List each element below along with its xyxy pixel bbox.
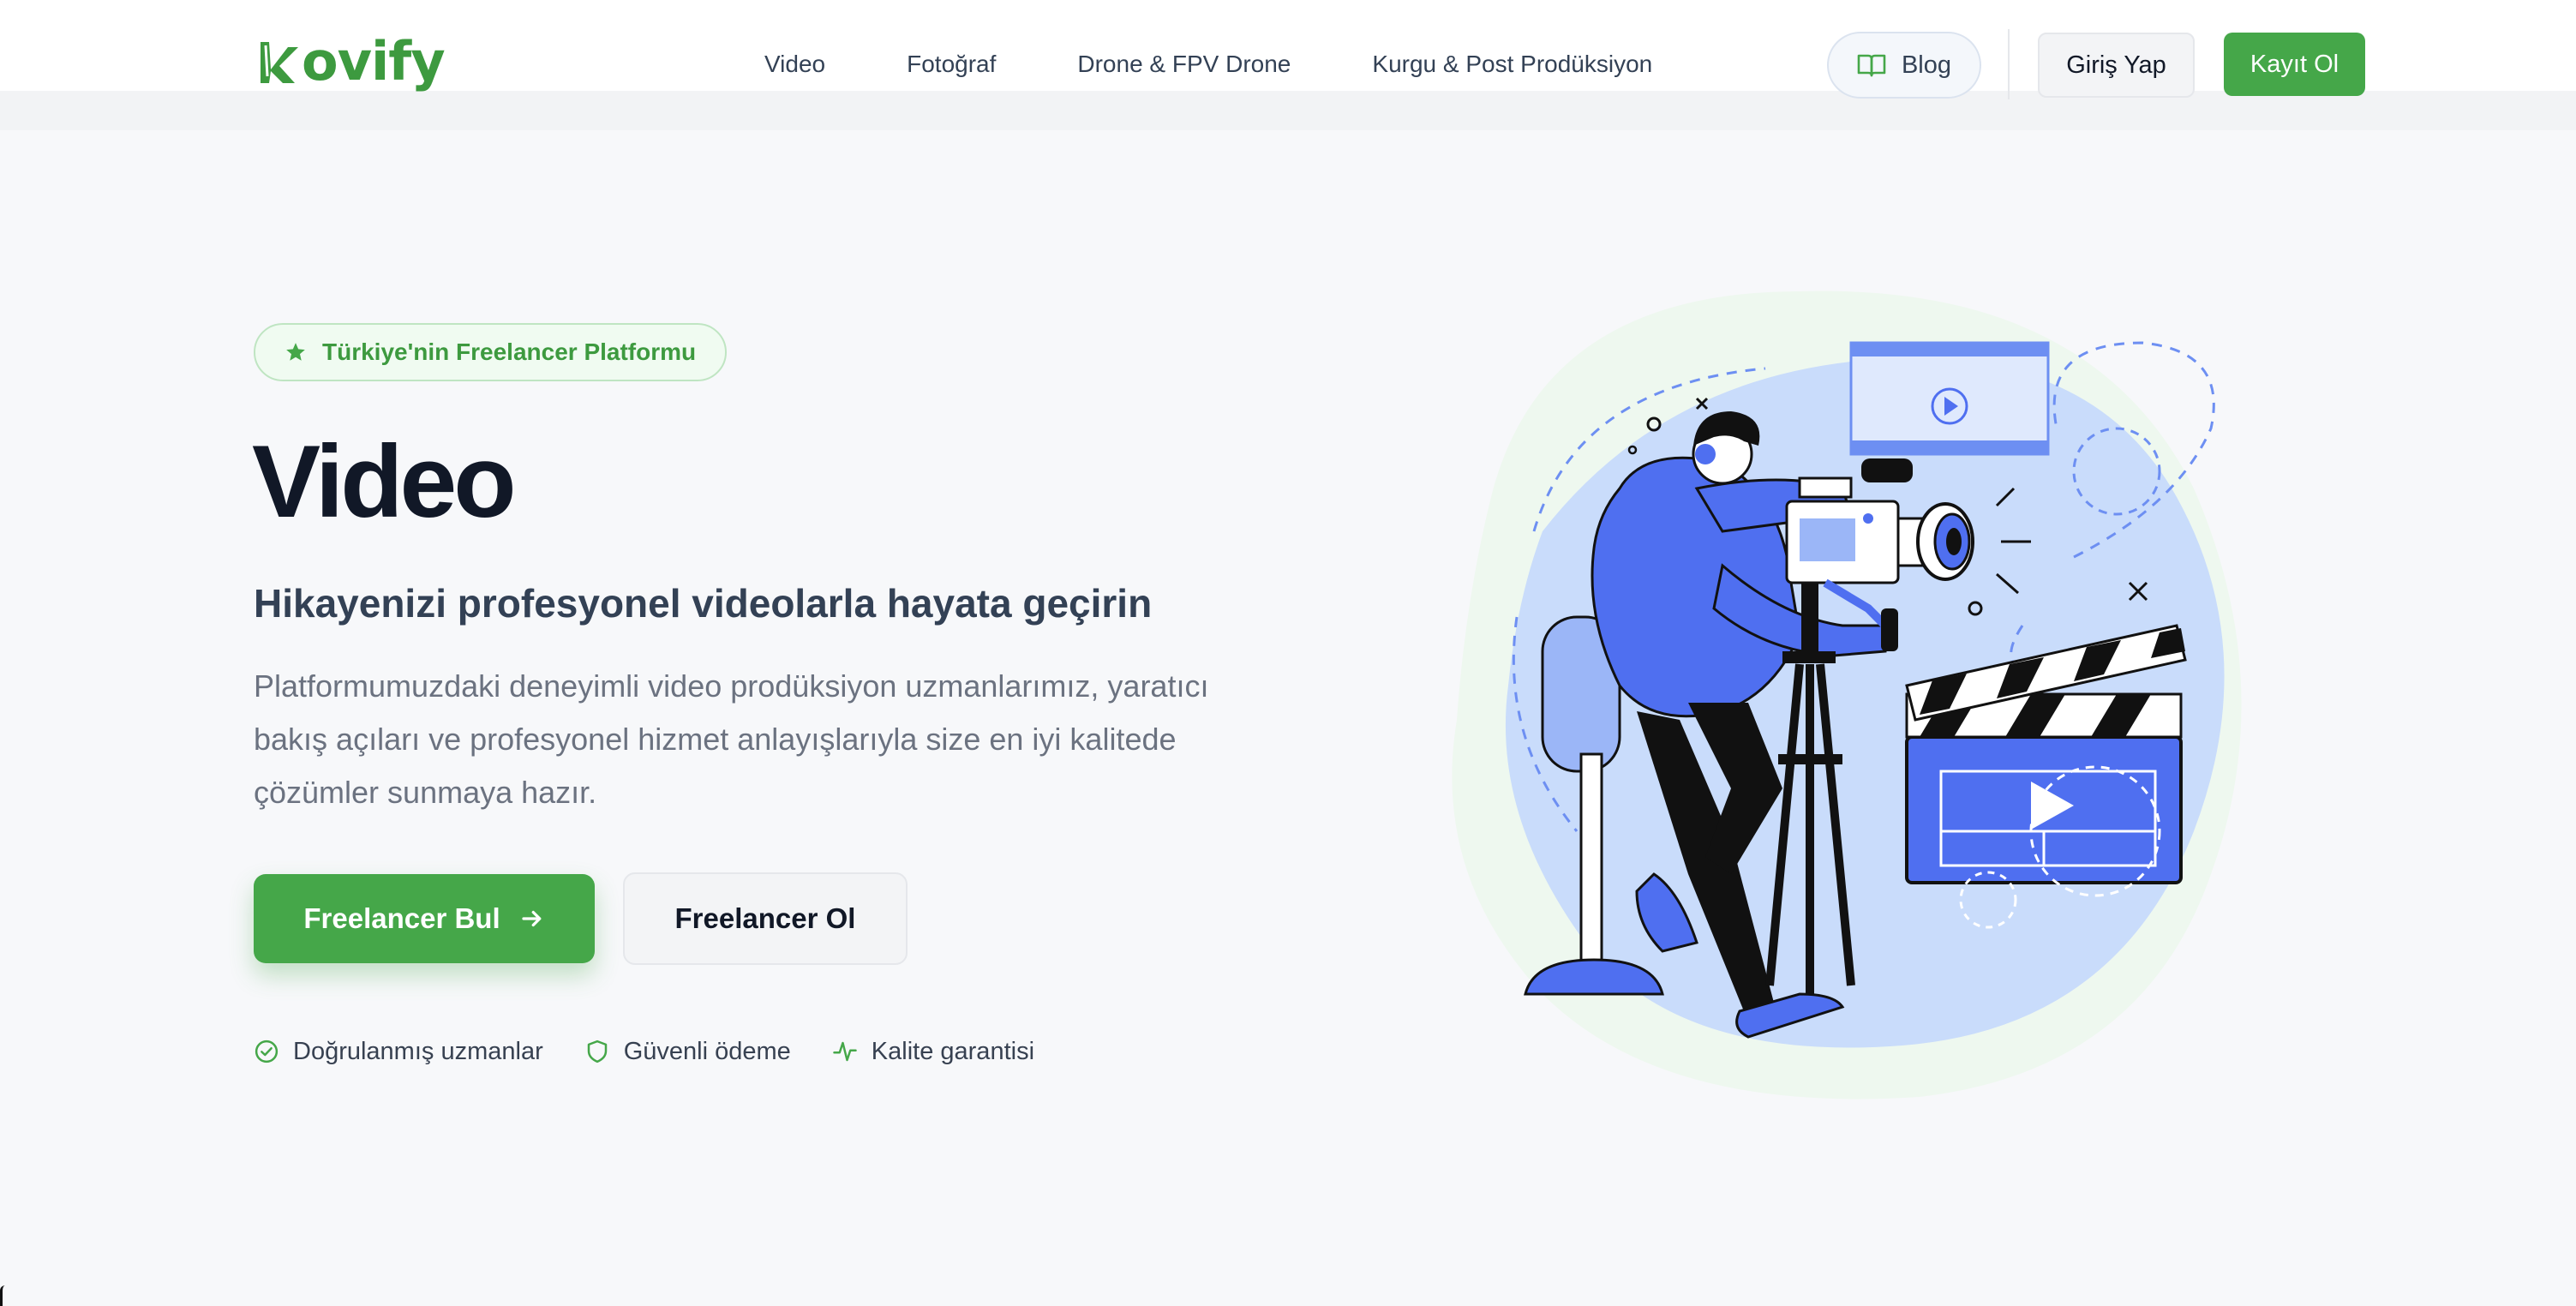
find-freelancer-button[interactable]: Freelancer Bul — [254, 874, 595, 963]
nav-item-editing[interactable]: Kurgu & Post Prodüksiyon — [1372, 51, 1652, 78]
nav-item-drone[interactable]: Drone & FPV Drone — [1077, 51, 1291, 78]
arrow-right-icon — [522, 910, 541, 927]
check-circle-icon — [255, 1039, 279, 1063]
brand-logo[interactable]: ovify — [257, 29, 446, 93]
header-divider — [2008, 29, 2010, 99]
nav-item-video[interactable]: Video — [764, 51, 825, 78]
become-freelancer-button[interactable]: Freelancer Ol — [623, 872, 908, 965]
videographer-illustration — [1452, 291, 2242, 1099]
blog-label: Blog — [1901, 51, 1952, 79]
activity-icon — [833, 1041, 857, 1062]
nav-item-photography[interactable]: Fotoğraf — [907, 51, 996, 78]
blog-button[interactable]: Blog — [1827, 32, 1981, 99]
feature-verified-label: Doğrulanmış uzmanlar — [293, 1037, 543, 1065]
feature-quality: Kalite garantisi — [832, 1038, 1034, 1066]
feature-secure-payment: Güvenli ödeme — [584, 1038, 791, 1066]
feature-quality-label: Kalite garantisi — [871, 1037, 1035, 1065]
badge-label: Türkiye'nin Freelancer Platformu — [322, 338, 697, 365]
logo-k-mark-icon — [261, 42, 298, 83]
platform-badge: Türkiye'nin Freelancer Platformu — [254, 323, 727, 381]
star-icon — [286, 343, 305, 361]
feature-secure-payment-label: Güvenli ödeme — [623, 1037, 791, 1065]
shield-icon — [587, 1039, 607, 1063]
main-nav: Video Fotoğraf Drone & FPV Drone Kurgu &… — [764, 43, 1734, 86]
feature-verified: Doğrulanmış uzmanlar — [254, 1038, 543, 1066]
signup-button[interactable]: Kayıt Ol — [2224, 33, 2365, 96]
corner-decoration — [0, 1285, 5, 1306]
find-freelancer-label: Freelancer Bul — [303, 902, 500, 934]
book-open-icon — [1857, 54, 1886, 77]
login-button[interactable]: Giriş Yap — [2038, 33, 2195, 98]
hero-description: Platformumuzdaki deneyimli video prodüks… — [254, 668, 1209, 810]
brand-name: ovify — [302, 29, 446, 93]
feature-list: Doğrulanmış uzmanlar Güvenli ödeme Kalit… — [254, 1033, 1075, 1070]
hero-subtitle: Hikayenizi profesyonel videolarla hayata… — [254, 581, 1153, 626]
page-title: Video — [252, 424, 517, 539]
